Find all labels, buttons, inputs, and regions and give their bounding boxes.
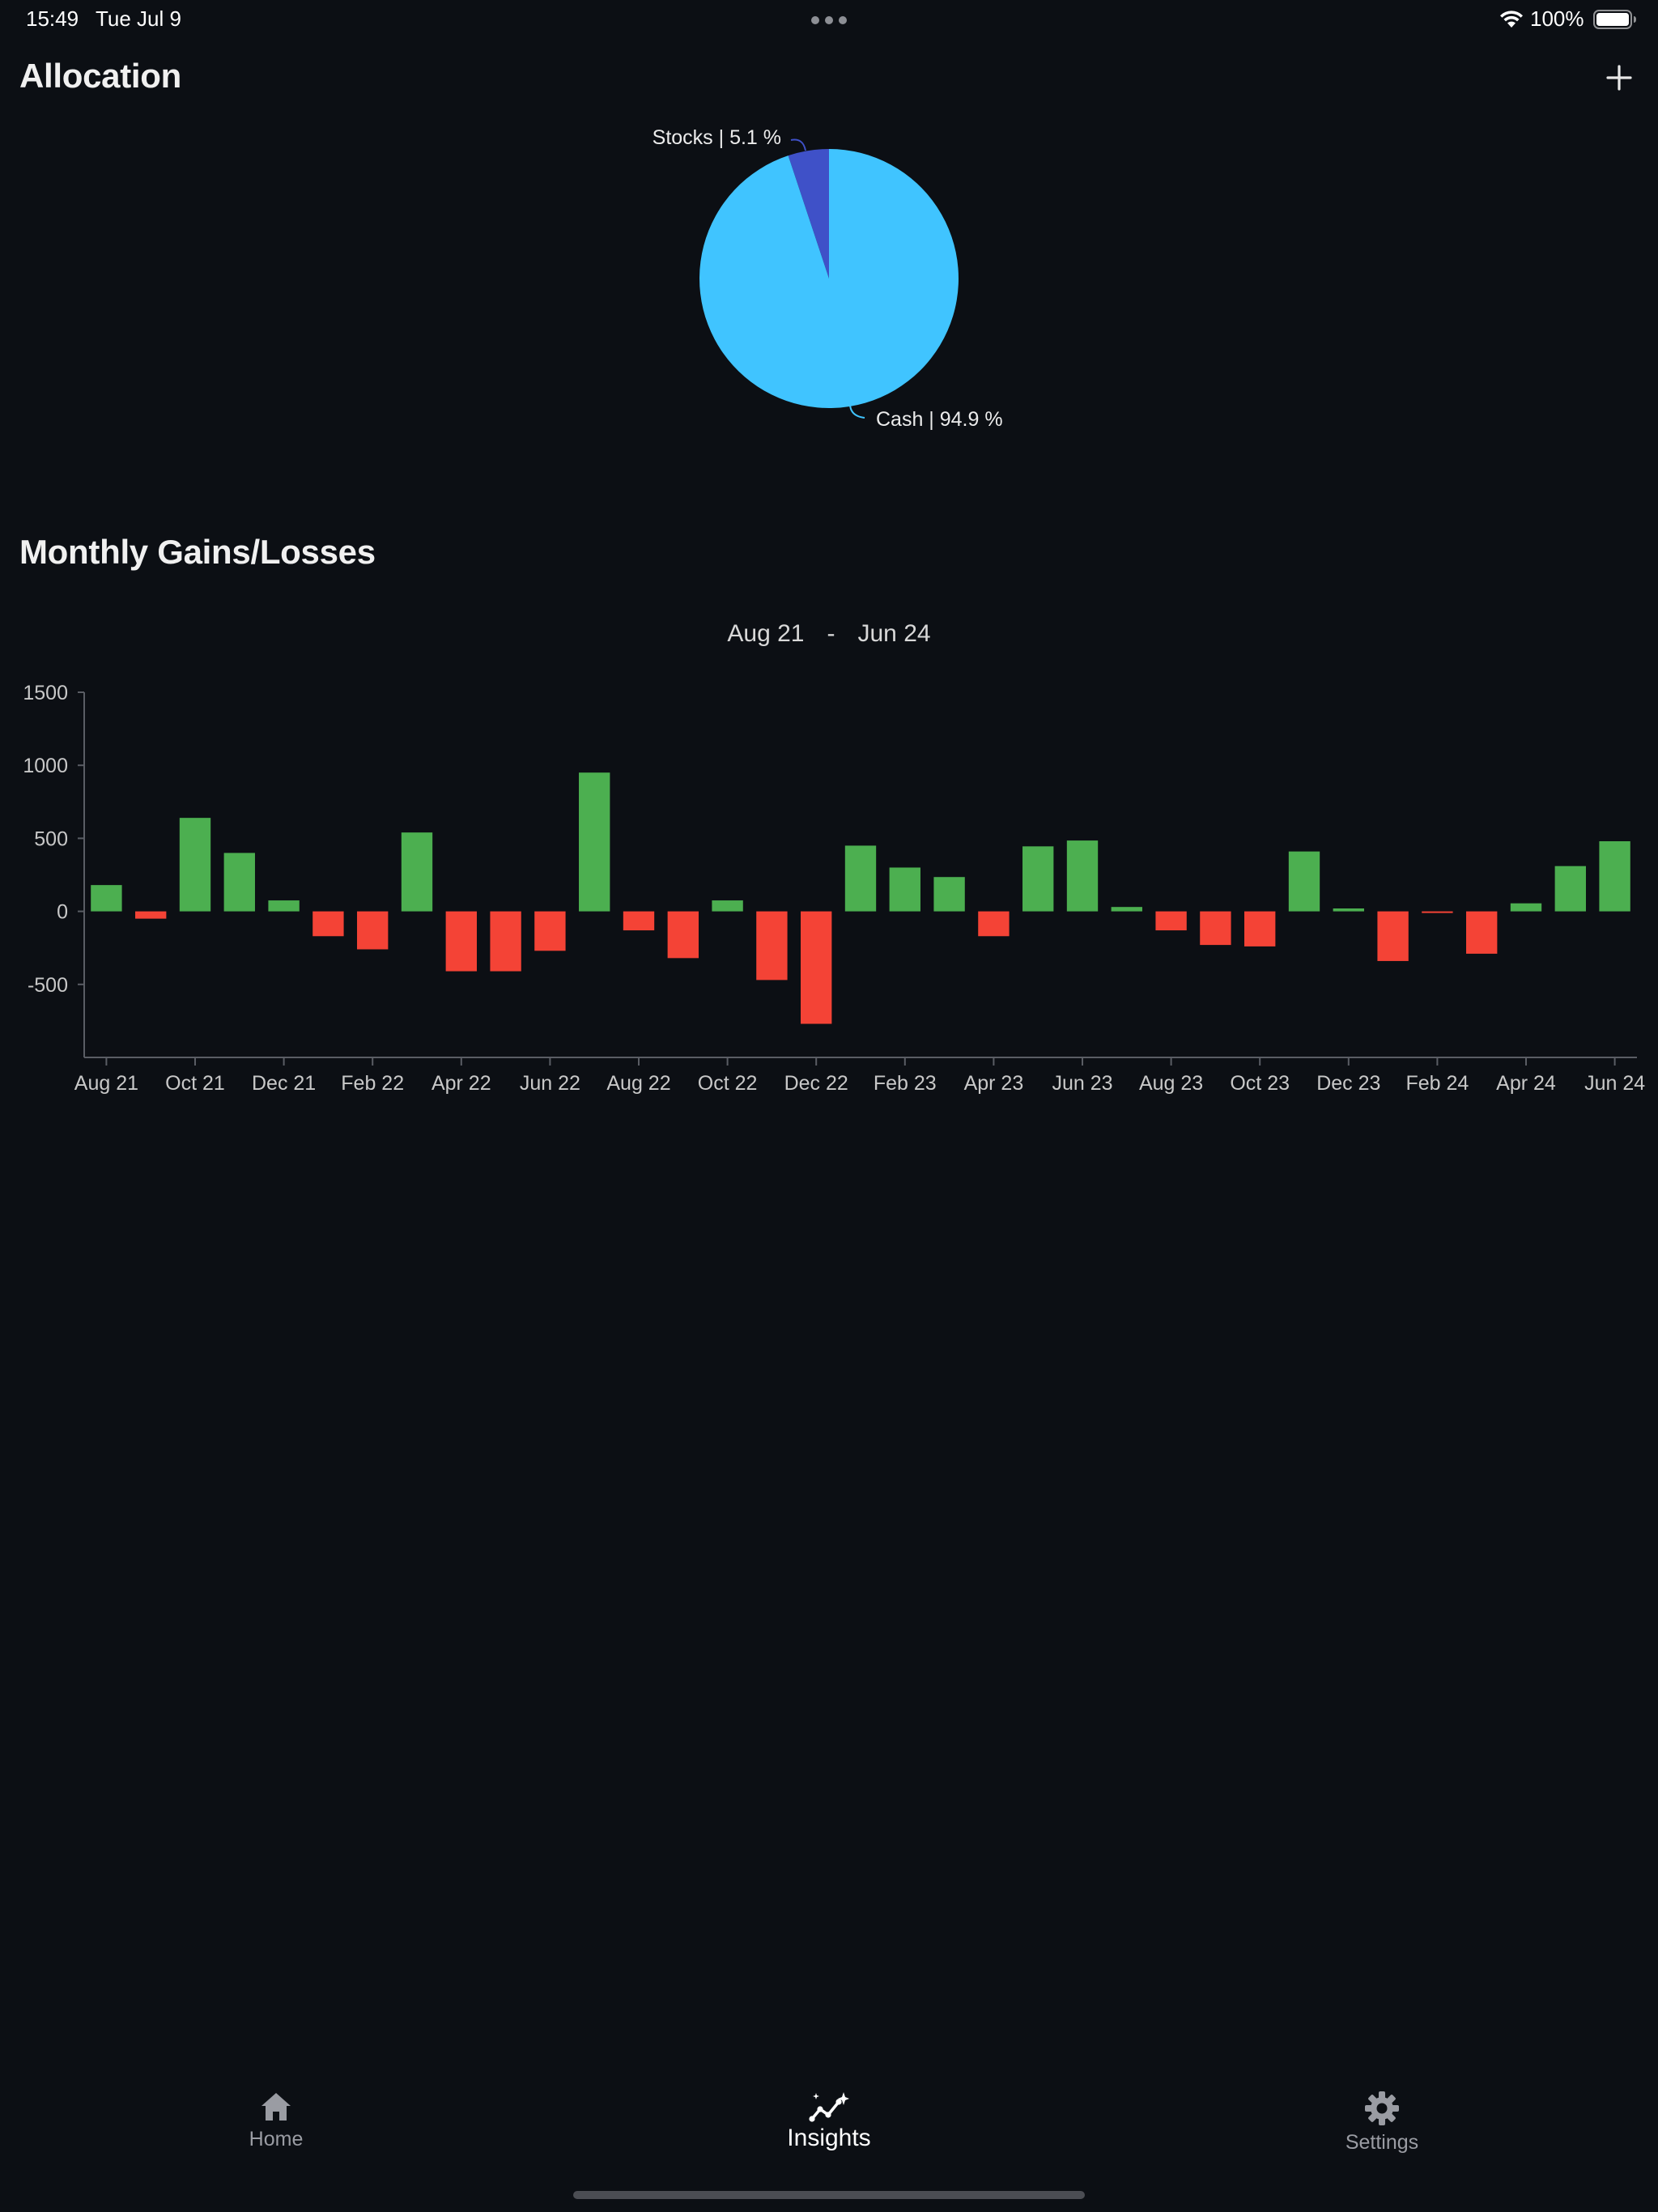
bar-feb-24[interactable] bbox=[1422, 911, 1453, 913]
y-tick-label: 0 bbox=[57, 901, 68, 924]
tab-settings[interactable]: Settings bbox=[1285, 2081, 1479, 2170]
bar-may-22[interactable] bbox=[490, 911, 521, 972]
bar-nov-22[interactable] bbox=[756, 911, 788, 981]
x-tick-label: Dec 21 bbox=[252, 1072, 316, 1095]
allocation-title: Allocation bbox=[19, 57, 182, 95]
y-tick-label: 500 bbox=[34, 827, 68, 850]
bar-sep-21[interactable] bbox=[135, 911, 167, 919]
bar-jun-23[interactable] bbox=[1066, 840, 1099, 912]
bar-oct-21[interactable] bbox=[179, 818, 211, 912]
bar-jul-23[interactable] bbox=[1111, 907, 1142, 912]
x-tick-label: Aug 23 bbox=[1139, 1072, 1203, 1095]
bar-sep-22[interactable] bbox=[667, 911, 699, 959]
bar-apr-23[interactable] bbox=[978, 911, 1010, 937]
home-icon bbox=[261, 2093, 291, 2121]
tab-home-label: Home bbox=[249, 2128, 304, 2150]
x-tick-label: Aug 21 bbox=[74, 1072, 138, 1095]
bar-jan-23[interactable] bbox=[844, 845, 877, 912]
y-tick-label: 1500 bbox=[23, 682, 68, 704]
pie-slice-cash[interactable] bbox=[699, 149, 959, 408]
bar-mar-24[interactable] bbox=[1466, 911, 1498, 954]
tab-settings-label: Settings bbox=[1345, 2131, 1419, 2154]
wifi-icon bbox=[1500, 11, 1523, 28]
range-separator: - bbox=[827, 620, 835, 647]
allocation-pie-chart: Stocks | 5.1 % Cash | 94.9 % bbox=[653, 126, 1003, 431]
y-tick-label: 1000 bbox=[23, 755, 68, 777]
x-tick-label: Feb 22 bbox=[341, 1072, 404, 1095]
bar-jun-22[interactable] bbox=[534, 911, 566, 951]
status-date: Tue Jul 9 bbox=[96, 6, 181, 31]
app-root: 15:49 Tue Jul 9 100% Allocation Stocks |… bbox=[0, 0, 1658, 2212]
status-bar: 15:49 Tue Jul 9 100% bbox=[0, 0, 1658, 39]
bar-mar-23[interactable] bbox=[933, 877, 965, 912]
range-start: Aug 21 bbox=[727, 620, 805, 647]
x-tick-label: Feb 23 bbox=[874, 1072, 937, 1095]
pie-label-cash: Cash | 94.9 % bbox=[876, 408, 1003, 431]
y-tick-label: -500 bbox=[28, 974, 68, 997]
bar-aug-22[interactable] bbox=[623, 911, 655, 931]
multitasking-dots-icon[interactable] bbox=[811, 16, 847, 24]
x-tick-label: Dec 23 bbox=[1316, 1072, 1380, 1095]
bar-dec-22[interactable] bbox=[801, 911, 832, 1024]
x-tick-label: Jun 22 bbox=[520, 1072, 580, 1095]
pie-label-stocks: Stocks | 5.1 % bbox=[653, 126, 781, 149]
x-tick-label: Oct 23 bbox=[1230, 1072, 1290, 1095]
date-range-selector[interactable]: Aug 21- Jun 24 bbox=[0, 620, 1658, 648]
status-time: 15:49 bbox=[26, 6, 79, 31]
bar-jul-22[interactable] bbox=[579, 772, 610, 912]
x-tick-label: Feb 24 bbox=[1405, 1072, 1469, 1095]
battery-icon bbox=[1593, 10, 1636, 29]
x-tick-label: Apr 24 bbox=[1496, 1072, 1556, 1095]
x-tick-label: Jun 23 bbox=[1052, 1072, 1112, 1095]
insights-icon bbox=[809, 2092, 849, 2122]
x-tick-label: Jun 24 bbox=[1584, 1072, 1645, 1095]
plus-icon[interactable] bbox=[1600, 58, 1639, 97]
bar-feb-22[interactable] bbox=[357, 911, 389, 950]
bar-dec-23[interactable] bbox=[1333, 908, 1364, 912]
x-tick-label: Oct 21 bbox=[165, 1072, 225, 1095]
x-tick-label: Aug 22 bbox=[606, 1072, 670, 1095]
battery-percentage: 100% bbox=[1530, 6, 1584, 31]
tab-insights[interactable]: Insights bbox=[732, 2081, 926, 2170]
home-indicator bbox=[573, 2191, 1085, 2199]
bar-jan-22[interactable] bbox=[312, 911, 344, 937]
bar-jun-24[interactable] bbox=[1599, 841, 1630, 912]
pie-leader-cash bbox=[849, 404, 865, 419]
x-tick-label: Dec 22 bbox=[784, 1072, 848, 1095]
bar-apr-22[interactable] bbox=[445, 911, 477, 972]
bar-sep-23[interactable] bbox=[1200, 911, 1231, 946]
bar-may-24[interactable] bbox=[1554, 866, 1586, 912]
gains-title: Monthly Gains/Losses bbox=[19, 533, 376, 571]
x-tick-label: Apr 22 bbox=[432, 1072, 491, 1095]
range-end: Jun 24 bbox=[857, 620, 931, 647]
bar-apr-24[interactable] bbox=[1510, 903, 1542, 912]
x-tick-label: Oct 22 bbox=[698, 1072, 758, 1095]
bar-nov-23[interactable] bbox=[1288, 851, 1320, 912]
x-tick-label: Apr 23 bbox=[964, 1072, 1024, 1095]
bar-jan-24[interactable] bbox=[1377, 911, 1409, 961]
tab-insights-label: Insights bbox=[787, 2125, 871, 2151]
tab-home[interactable]: Home bbox=[179, 2081, 373, 2170]
bar-nov-21[interactable] bbox=[223, 853, 255, 912]
bar-may-23[interactable] bbox=[1022, 846, 1054, 912]
bar-oct-23[interactable] bbox=[1244, 911, 1276, 946]
bar-aug-21[interactable] bbox=[91, 885, 122, 912]
bar-oct-22[interactable] bbox=[712, 900, 743, 912]
bar-dec-21[interactable] bbox=[268, 900, 300, 912]
gear-icon bbox=[1365, 2091, 1399, 2125]
bar-feb-23[interactable] bbox=[889, 867, 920, 912]
bar-mar-22[interactable] bbox=[401, 832, 433, 912]
monthly-gains-bar-chart: 1500 1000 500 0 -500 Aug 21 Oct 21 Dec 21 Feb 22… bbox=[23, 682, 1645, 1095]
pie-leader-stocks bbox=[790, 138, 806, 151]
bar-aug-23[interactable] bbox=[1155, 911, 1187, 931]
tab-bar: Home Insights Settings bbox=[0, 2081, 1658, 2178]
